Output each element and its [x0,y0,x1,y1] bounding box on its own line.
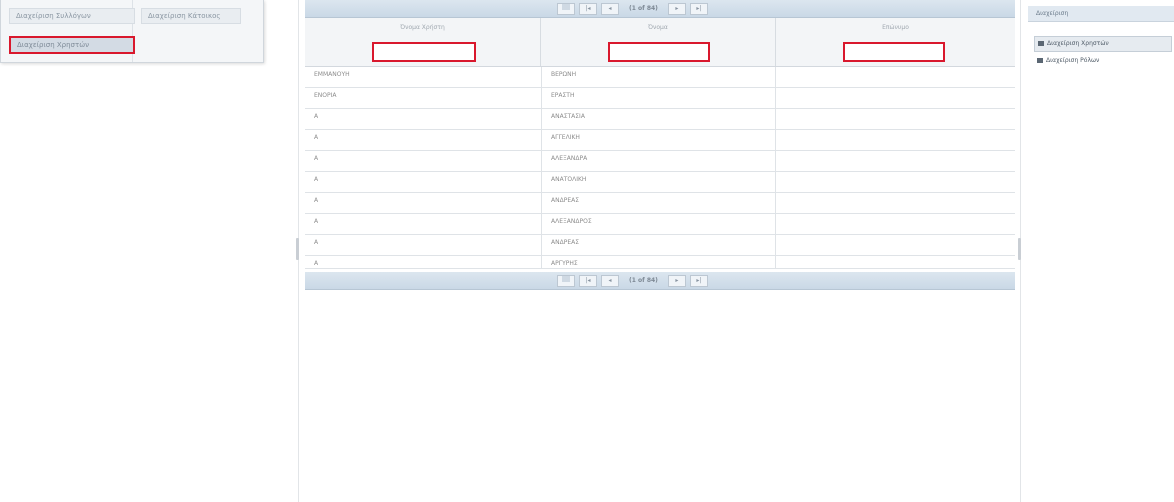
cell-lastname [775,151,1025,171]
dropdown-icon [562,275,570,282]
username-filter-input[interactable] [372,42,476,62]
cell-username: Α [314,239,319,246]
cell-username: Α [314,197,319,204]
column-label: Όνομα [648,24,668,31]
bottom-pager: |◂ ◂ (1 of 84) ▸ ▸| [305,272,1015,290]
table-row[interactable]: Α ΑΛΕΞΑΝΔΡΑ [305,151,1015,172]
cell-lastname [775,172,1025,192]
cell-username: Α [314,218,319,225]
cell-firstname: ΑΝΔΡΕΑΣ [541,193,785,213]
left-panel: Διαχείριση Συλλόγων Διαχείριση Κάτοικος … [0,0,288,502]
right-splitter-handle[interactable] [1018,238,1021,260]
cell-firstname: ΕΡΑΣΤΗ [541,88,785,108]
cell-lastname [775,256,1025,268]
prev-page-button[interactable]: ◂ [601,274,619,287]
table-row[interactable]: Α ΑΓΓΕΛΙΚΗ [305,130,1015,151]
page-info: (1 of 84) [629,5,658,12]
nav-item-label: Διαχείριση Χρηστών [1047,40,1109,47]
user-icon [1038,41,1044,46]
right-panel: Διαχείριση Διαχείριση Χρηστών Διαχείριση… [1028,0,1174,502]
last-page-button[interactable]: ▸| [689,274,708,287]
left-splitter-handle[interactable] [296,238,299,260]
cell-firstname: ΒΕΡΩΝΗ [541,67,785,87]
lastname-filter-input[interactable] [843,42,945,62]
page-size-dropdown[interactable] [557,274,575,287]
menu-item-manage-residents[interactable]: Διαχείριση Κάτοικος [141,8,241,24]
cell-lastname [775,109,1025,129]
management-panel-header[interactable]: Διαχείριση [1028,6,1174,22]
grid-header: Όνομα Χρήστη Όνομα Επώνυμο [305,18,1015,67]
table-row[interactable]: ΕΝΟΡΙΑ ΕΡΑΣΤΗ [305,88,1015,109]
menu-item-manage-associations[interactable]: Διαχείριση Συλλόγων [9,8,135,24]
cell-lastname [775,130,1025,150]
column-label: Επώνυμο [882,24,909,31]
cell-username: ΕΜΜΑΝΟΥΗ [314,71,350,78]
column-header-lastname[interactable]: Επώνυμο [776,18,1015,66]
prev-page-button[interactable]: ◂ [601,2,619,15]
cell-lastname [775,67,1025,87]
next-page-button[interactable]: ▸ [667,2,686,15]
menu-item-manage-users[interactable]: Διαχείριση Χρηστών [9,36,135,54]
cell-username: ΕΝΟΡΙΑ [314,92,337,99]
next-page-button[interactable]: ▸ [667,274,686,287]
cell-lastname [775,235,1025,255]
first-page-button[interactable]: |◂ [579,2,597,15]
cell-firstname: ΑΛΕΞΑΝΔΡΑ [541,151,785,171]
cell-lastname [775,214,1025,234]
nav-item-manage-roles[interactable]: Διαχείριση Ρόλων [1034,54,1170,68]
role-icon [1037,58,1043,63]
last-page-button[interactable]: ▸| [689,2,708,15]
table-row[interactable]: Α ΑΝΑΤΟΛΙΚΗ [305,172,1015,193]
cell-username: Α [314,176,319,183]
cell-firstname: ΑΛΕΞΑΝΔΡΟΣ [541,214,785,234]
table-row[interactable]: Α ΑΝΑΣΤΑΣΙΑ [305,109,1015,130]
cell-username: Α [314,134,319,141]
column-header-firstname[interactable]: Όνομα [541,18,776,66]
cell-username: Α [314,155,319,162]
admin-menu: Διαχείριση Συλλόγων Διαχείριση Κάτοικος … [0,0,264,63]
cell-username: Α [314,260,319,267]
grid-body: ΕΜΜΑΝΟΥΗ ΒΕΡΩΝΗ ΕΝΟΡΙΑ ΕΡΑΣΤΗ Α ΑΝΑΣΤΑΣΙΑ Α… [305,67,1015,269]
cell-firstname: ΑΡΓΥΡΗΣ [541,256,785,268]
cell-firstname: ΑΓΓΕΛΙΚΗ [541,130,785,150]
table-row[interactable]: Α ΑΡΓΥΡΗΣ [305,256,1015,269]
cell-lastname [775,193,1025,213]
dropdown-icon [562,3,570,10]
table-row[interactable]: Α ΑΝΔΡΕΑΣ [305,193,1015,214]
firstname-filter-input[interactable] [608,42,710,62]
page-size-dropdown[interactable] [557,2,575,15]
nav-item-manage-users[interactable]: Διαχείριση Χρηστών [1034,36,1172,52]
cell-firstname: ΑΝΔΡΕΑΣ [541,235,785,255]
cell-firstname: ΑΝΑΣΤΑΣΙΑ [541,109,785,129]
first-page-button[interactable]: |◂ [579,274,597,287]
table-row[interactable]: Α ΑΛΕΞΑΝΔΡΟΣ [305,214,1015,235]
cell-lastname [775,88,1025,108]
cell-firstname: ΑΝΑΤΟΛΙΚΗ [541,172,785,192]
column-label: Όνομα Χρήστη [400,24,445,31]
cell-username: Α [314,113,319,120]
nav-item-label: Διαχείριση Ρόλων [1046,57,1100,64]
table-row[interactable]: Α ΑΝΔΡΕΑΣ [305,235,1015,256]
table-row[interactable]: ΕΜΜΑΝΟΥΗ ΒΕΡΩΝΗ [305,67,1015,88]
top-pager: |◂ ◂ (1 of 84) ▸ ▸| [305,0,1015,18]
column-header-username[interactable]: Όνομα Χρήστη [305,18,541,66]
page-info: (1 of 84) [629,277,658,284]
users-grid: |◂ ◂ (1 of 84) ▸ ▸| Όνομα Χρήστη Όνομα Ε… [305,0,1015,502]
